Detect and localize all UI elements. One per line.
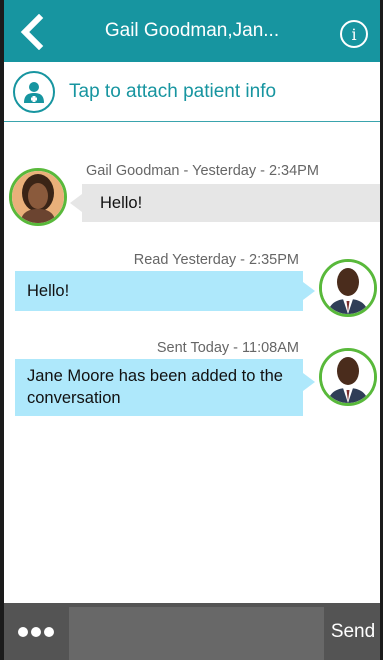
male-avatar [319,348,377,406]
message-meta: Gail Goodman - Yesterday - 2:34PM [86,163,319,179]
message-meta: Read Yesterday - 2:35PM [133,252,299,268]
conversation-title[interactable]: Gail Goodman,Jan... [64,0,320,62]
message-input[interactable] [69,607,324,660]
message-list: Gail Goodman - Yesterday - 2:34PM Hello!… [4,123,380,603]
message-meta: Sent Today - 11:08AM [156,340,299,356]
back-button[interactable] [12,12,52,52]
message-bubble-outgoing: Jane Moore has been added to the convers… [15,359,303,416]
app-frame: Gail Goodman,Jan... i Tap to attach pati… [0,0,383,660]
attach-patient-bar[interactable]: Tap to attach patient info [4,62,380,122]
male-avatar [319,259,377,317]
patient-icon [13,70,55,113]
message-bubble-outgoing: Hello! [15,271,303,311]
attach-patient-label: Tap to attach patient info [69,80,277,102]
message-bubble-incoming: Hello! [82,184,380,222]
info-icon[interactable]: i [340,20,368,48]
composer-bar: Send [4,603,380,660]
chevron-left-icon [20,14,44,50]
more-dots-icon[interactable] [10,603,62,660]
chat-header: Gail Goodman,Jan... i [4,0,380,62]
female-avatar [9,168,67,226]
send-button[interactable]: Send [328,603,378,660]
